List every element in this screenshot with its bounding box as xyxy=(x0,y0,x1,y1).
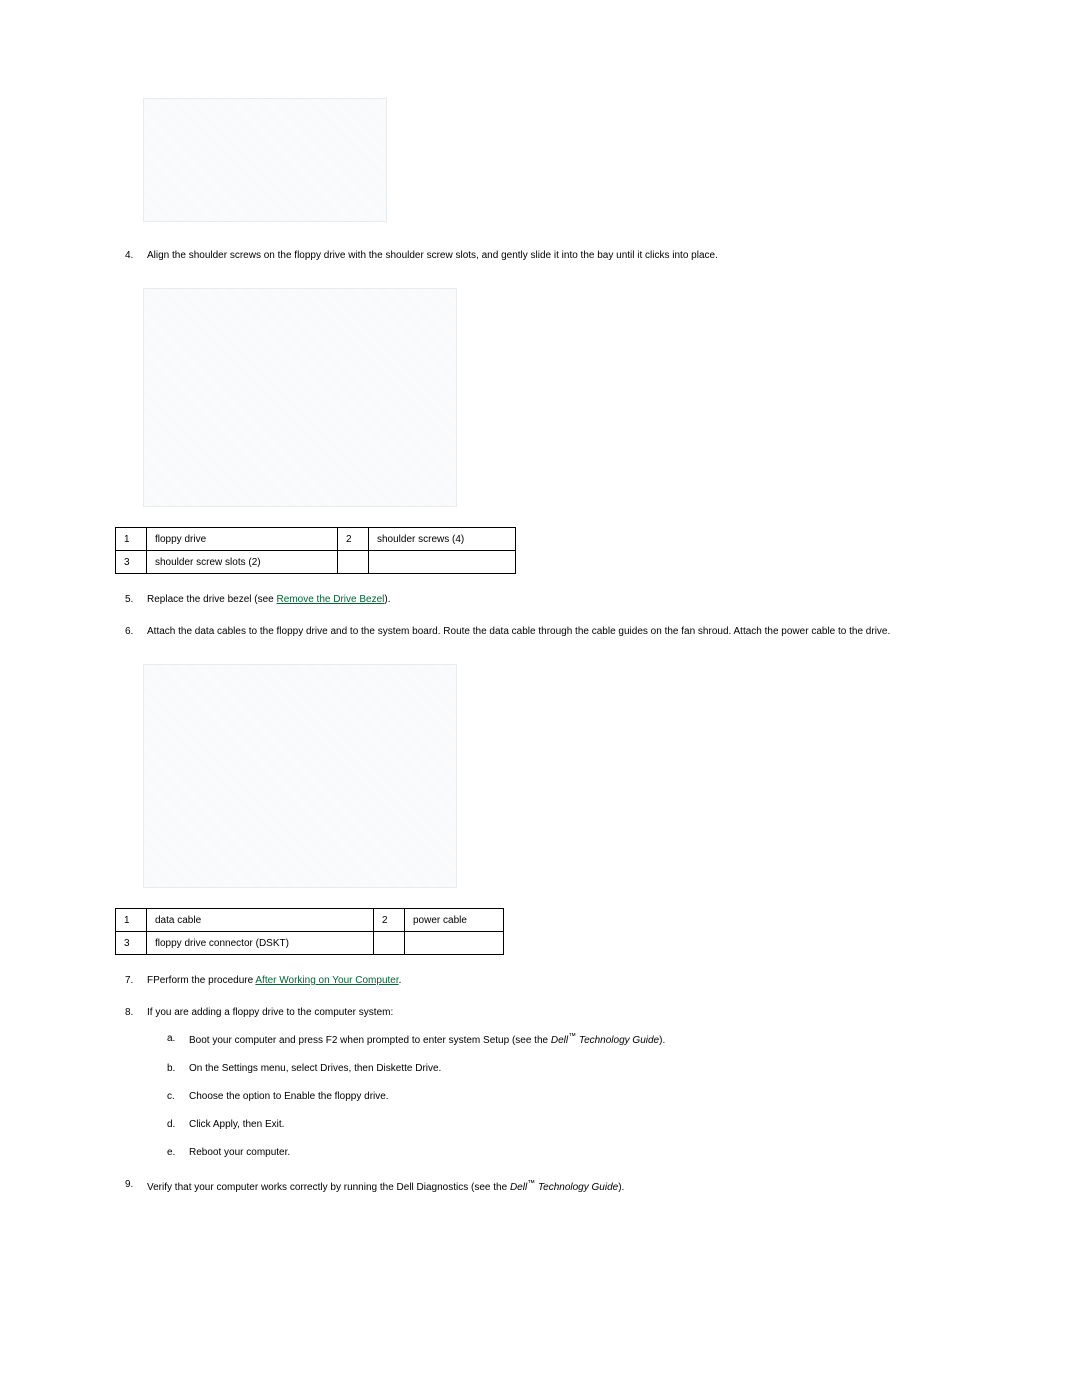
cell-label xyxy=(369,551,516,574)
substep-e: e. Reboot your computer. xyxy=(167,1145,1030,1161)
substep-text: Choose the option to Enable the floppy d… xyxy=(189,1091,389,1102)
substep-d: d. Click Apply, then Exit. xyxy=(167,1117,1030,1133)
cell-index: 3 xyxy=(116,932,147,955)
substep-number: d. xyxy=(167,1117,175,1133)
cell-label: power cable xyxy=(405,909,504,932)
step-text: If you are adding a floppy drive to the … xyxy=(147,1007,393,1018)
cell-index: 2 xyxy=(338,528,369,551)
step-number: 4. xyxy=(125,248,133,264)
substep-b: b. On the Settings menu, select Drives, … xyxy=(167,1061,1030,1077)
substep-number: e. xyxy=(167,1145,175,1161)
step-text-after: . xyxy=(399,975,402,986)
cell-label: shoulder screws (4) xyxy=(369,528,516,551)
substep-c: c. Choose the option to Enable the flopp… xyxy=(167,1089,1030,1105)
substep-number: b. xyxy=(167,1061,175,1077)
substep-number: a. xyxy=(167,1031,175,1047)
callout-table-1: 1 floppy drive 2 shoulder screws (4) 3 s… xyxy=(115,527,516,574)
instruction-list: 5. Replace the drive bezel (see Remove t… xyxy=(125,592,1030,640)
substep-text: Click Apply, then Exit. xyxy=(189,1119,284,1130)
substep-text: Reboot your computer. xyxy=(189,1147,290,1158)
diagram-chassis-slide-in xyxy=(135,280,465,515)
cell-index: 1 xyxy=(116,528,147,551)
cell-label: shoulder screw slots (2) xyxy=(147,551,338,574)
table-row: 1 floppy drive 2 shoulder screws (4) xyxy=(116,528,516,551)
step-text: Align the shoulder screws on the floppy … xyxy=(147,250,718,261)
cell-index: 1 xyxy=(116,909,147,932)
step-number: 9. xyxy=(125,1177,133,1193)
cell-index xyxy=(374,932,405,955)
link-remove-drive-bezel[interactable]: Remove the Drive Bezel xyxy=(277,594,385,605)
substep-number: c. xyxy=(167,1089,175,1105)
step-8: 8. If you are adding a floppy drive to t… xyxy=(125,1005,1030,1161)
table-row: 1 data cable 2 power cable xyxy=(116,909,504,932)
diagram-chassis-cables xyxy=(135,656,465,896)
step-text: Verify that your computer works correctl… xyxy=(147,1182,624,1193)
diagram-floppy-drive-screws xyxy=(135,90,395,230)
callout-table-2: 1 data cable 2 power cable 3 floppy driv… xyxy=(115,908,504,955)
instruction-list: 4. Align the shoulder screws on the flop… xyxy=(125,248,1030,264)
substep-text: On the Settings menu, select Drives, the… xyxy=(189,1063,441,1074)
step-text-before: Replace the drive bezel (see xyxy=(147,594,277,605)
step-text-before: FPerform the procedure xyxy=(147,975,255,986)
cell-label: floppy drive xyxy=(147,528,338,551)
cell-label: data cable xyxy=(147,909,374,932)
substep-list: a. Boot your computer and press F2 when … xyxy=(167,1031,1030,1161)
link-after-working-on-computer[interactable]: After Working on Your Computer xyxy=(255,975,398,986)
cell-label: floppy drive connector (DSKT) xyxy=(147,932,374,955)
step-text-after: ). xyxy=(384,594,390,605)
table-row: 3 shoulder screw slots (2) xyxy=(116,551,516,574)
cell-index: 2 xyxy=(374,909,405,932)
step-4: 4. Align the shoulder screws on the flop… xyxy=(125,248,1030,264)
substep-text: Boot your computer and press F2 when pro… xyxy=(189,1035,665,1046)
substep-a: a. Boot your computer and press F2 when … xyxy=(167,1031,1030,1049)
step-number: 8. xyxy=(125,1005,133,1021)
instruction-list: 7. FPerform the procedure After Working … xyxy=(125,973,1030,1196)
cell-index xyxy=(338,551,369,574)
step-5: 5. Replace the drive bezel (see Remove t… xyxy=(125,592,1030,608)
table-row: 3 floppy drive connector (DSKT) xyxy=(116,932,504,955)
step-7: 7. FPerform the procedure After Working … xyxy=(125,973,1030,989)
step-number: 7. xyxy=(125,973,133,989)
document-page: 4. Align the shoulder screws on the flop… xyxy=(0,0,1080,1292)
cell-label xyxy=(405,932,504,955)
step-number: 6. xyxy=(125,624,133,640)
step-6: 6. Attach the data cables to the floppy … xyxy=(125,624,1030,640)
step-number: 5. xyxy=(125,592,133,608)
step-text: Attach the data cables to the floppy dri… xyxy=(147,626,890,637)
cell-index: 3 xyxy=(116,551,147,574)
step-9: 9. Verify that your computer works corre… xyxy=(125,1177,1030,1195)
